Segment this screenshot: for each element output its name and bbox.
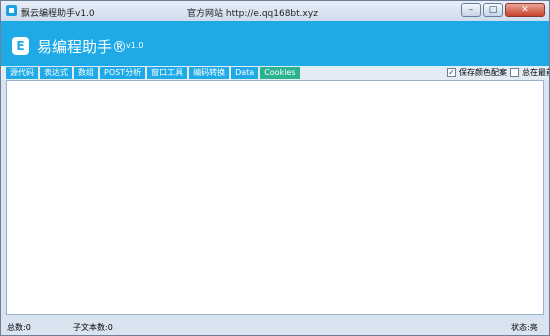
official-site-text: 官方网站 http://e.qq168bt.xyz bbox=[187, 9, 318, 19]
tab-7[interactable]: Cookies bbox=[260, 67, 300, 79]
close-button[interactable]: ✕ bbox=[505, 3, 545, 17]
app-version: v1.0 bbox=[126, 41, 144, 50]
maximize-button[interactable]: □ bbox=[483, 3, 503, 17]
status-state: 状态:亮 bbox=[511, 323, 538, 332]
tab-bar: 源代码 表达式 数组 POST分析 窗口工具 编码转换 Data Cookies ✓ 保存颜色… bbox=[1, 66, 549, 80]
always-on-top-checkbox[interactable] bbox=[510, 68, 519, 77]
save-colors-option[interactable]: ✓ 保存颜色配案 bbox=[447, 67, 507, 78]
tab-3[interactable]: POST分析 bbox=[100, 67, 146, 79]
save-colors-checkbox[interactable]: ✓ bbox=[447, 68, 456, 77]
always-on-top-label: 总在最前 bbox=[522, 68, 549, 77]
tab-5[interactable]: 编码转换 bbox=[189, 67, 230, 79]
always-on-top-option[interactable]: 总在最前 bbox=[510, 67, 549, 78]
app-title: 易编程助手® bbox=[37, 38, 128, 56]
editor-area[interactable] bbox=[6, 80, 544, 315]
tab-6[interactable]: Data bbox=[231, 67, 259, 79]
minimize-button[interactable]: – bbox=[461, 3, 481, 17]
tab-list: 源代码 表达式 数组 POST分析 窗口工具 编码转换 Data Cookies bbox=[6, 67, 300, 79]
window-title: 飘云编程助手v1.0 bbox=[21, 9, 95, 19]
app-logo-icon: E bbox=[12, 37, 29, 55]
save-colors-label: 保存颜色配案 bbox=[459, 68, 507, 77]
status-total: 总数:0 bbox=[7, 323, 31, 332]
header-banner: E 易编程助手® v1.0 bbox=[1, 21, 549, 66]
title-bar[interactable]: 飘云编程助手v1.0 官方网站 http://e.qq168bt.xyz – □… bbox=[1, 1, 549, 21]
status-substrings: 子文本数:0 bbox=[73, 323, 113, 332]
tab-1[interactable]: 表达式 bbox=[40, 67, 72, 79]
app-window: 飘云编程助手v1.0 官方网站 http://e.qq168bt.xyz – □… bbox=[0, 0, 550, 336]
tab-4[interactable]: 窗口工具 bbox=[147, 67, 188, 79]
app-icon bbox=[6, 5, 17, 16]
status-bar: 总数:0 子文本数:0 状态:亮 bbox=[1, 319, 549, 335]
window-controls: – □ ✕ bbox=[461, 3, 545, 18]
tab-0[interactable]: 源代码 bbox=[6, 67, 38, 79]
tab-2[interactable]: 数组 bbox=[74, 67, 98, 79]
